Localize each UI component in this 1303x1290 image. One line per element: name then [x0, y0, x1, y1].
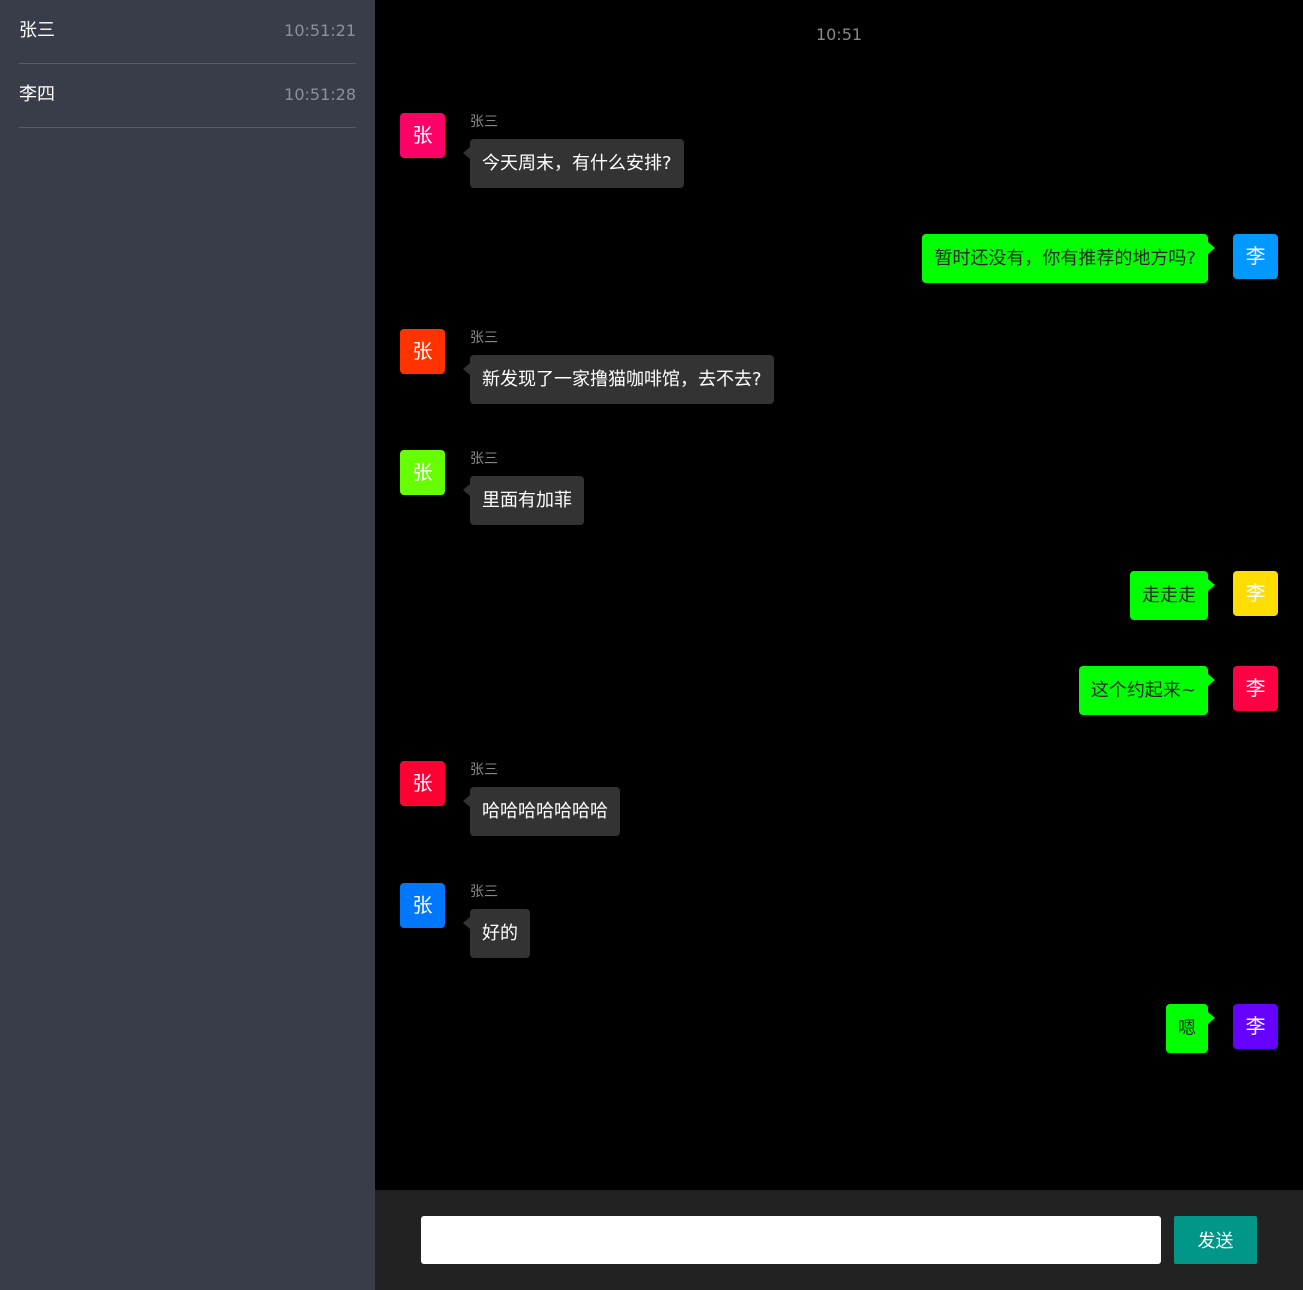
sender-name: 张三: [470, 114, 498, 130]
avatar[interactable]: 张: [400, 450, 445, 495]
message-input[interactable]: [421, 1216, 1161, 1264]
avatar[interactable]: 李: [1233, 666, 1278, 711]
chat-messages[interactable]: 10:51 张 张三 今天周末，有什么安排? 李 暂时还没有，你有推荐的地方吗?…: [375, 0, 1303, 1190]
message-bubble: 好的: [463, 909, 530, 958]
avatar[interactable]: 张: [400, 883, 445, 928]
contact-item-lisi[interactable]: 李四 10:51:28: [19, 64, 356, 128]
time-divider: 10:51: [815, 25, 863, 44]
contact-time: 10:51:28: [284, 85, 356, 104]
contact-name: 张三: [19, 20, 55, 41]
contact-item-zhangsan[interactable]: 张三 10:51:21: [19, 0, 356, 64]
avatar[interactable]: 李: [1233, 234, 1278, 279]
avatar[interactable]: 张: [400, 329, 445, 374]
sender-name: 张三: [470, 884, 498, 900]
message-bubble: 新发现了一家撸猫咖啡馆，去不去?: [463, 355, 774, 404]
sidebar: 张三 10:51:21 李四 10:51:28: [0, 0, 375, 1290]
sender-name: 张三: [470, 762, 498, 778]
message-bubble: 这个约起来~: [1078, 666, 1216, 715]
contact-name: 李四: [19, 84, 55, 105]
message-bubble: 走走走: [1130, 571, 1215, 620]
message-bubble: 暂时还没有，你有推荐的地方吗?: [922, 234, 1215, 283]
avatar[interactable]: 李: [1233, 1004, 1278, 1049]
message-bubble: 今天周末，有什么安排?: [463, 139, 684, 188]
message-bubble: 嗯: [1166, 1004, 1215, 1053]
sender-name: 张三: [470, 451, 498, 467]
sender-name: 张三: [470, 330, 498, 346]
avatar[interactable]: 张: [400, 761, 445, 806]
chat-app: 张三 10:51:21 李四 10:51:28 10:51 张 张三 今天周末，…: [0, 0, 1303, 1290]
message-bubble: 里面有加菲: [463, 476, 584, 525]
avatar[interactable]: 张: [400, 113, 445, 158]
message-bubble: 哈哈哈哈哈哈哈: [463, 787, 620, 836]
contact-time: 10:51:21: [284, 21, 356, 40]
avatar[interactable]: 李: [1233, 571, 1278, 616]
send-button[interactable]: 发送: [1174, 1216, 1257, 1264]
input-bar: 发送: [375, 1190, 1303, 1290]
